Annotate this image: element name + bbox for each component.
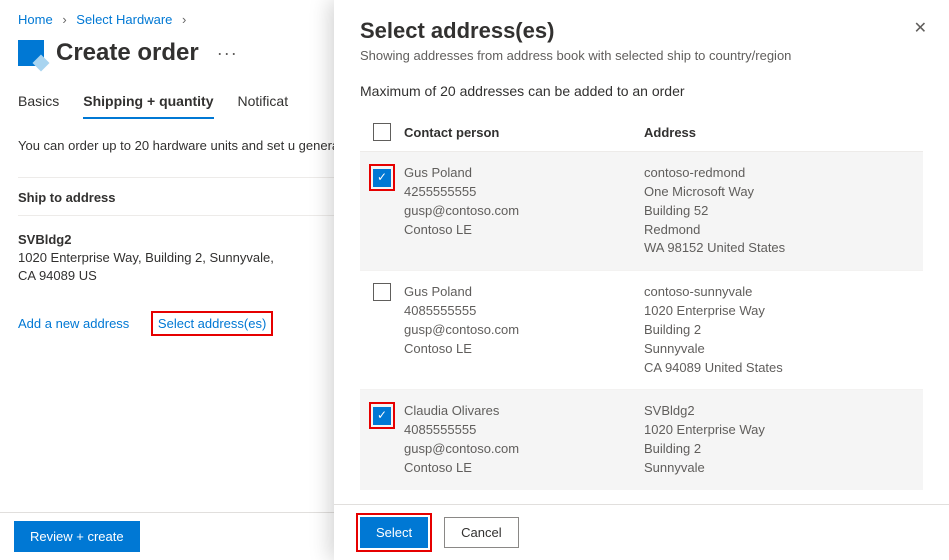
breadcrumb-select-hardware[interactable]: Select Hardware (76, 12, 172, 27)
table-row[interactable]: ✓ Claudia Olivares4085555555gusp@contoso.… (360, 389, 923, 489)
table-row[interactable]: ✓ Gus Poland4255555555gusp@contoso.comCon… (360, 152, 923, 270)
row-checkbox[interactable]: ✓ (373, 407, 391, 425)
column-header-contact: Contact person (404, 125, 644, 140)
row-checkbox[interactable]: ✓ (373, 169, 391, 187)
page-title: Create order (56, 39, 199, 67)
contact-cell: Gus Poland4085555555gusp@contoso.comCont… (404, 283, 644, 377)
breadcrumb-home[interactable]: Home (18, 12, 53, 27)
add-new-address-link[interactable]: Add a new address (18, 316, 129, 331)
table-row[interactable]: Gus Poland4085555555gusp@contoso.comCont… (360, 270, 923, 389)
address-cell: SVBldg21020 Enterprise WayBuilding 2Sunn… (644, 402, 923, 477)
panel-subtitle: Showing addresses from address book with… (360, 48, 923, 63)
row-checkbox[interactable] (373, 283, 391, 301)
panel-max-note: Maximum of 20 addresses can be added to … (334, 67, 949, 107)
select-all-checkbox[interactable] (373, 123, 391, 141)
tab-shipping-quantity[interactable]: Shipping + quantity (83, 85, 213, 119)
order-icon (18, 40, 44, 66)
panel-title: Select address(es) (360, 18, 923, 44)
select-addresses-panel: Select address(es) Showing addresses fro… (334, 0, 949, 560)
contact-cell: Claudia Olivares4085555555gusp@contoso.c… (404, 402, 644, 477)
review-create-button[interactable]: Review + create (14, 521, 140, 552)
address-cell: contoso-redmondOne Microsoft WayBuilding… (644, 164, 923, 258)
select-button[interactable]: Select (360, 517, 428, 548)
column-header-address: Address (644, 125, 923, 140)
chevron-right-icon: › (182, 12, 186, 27)
contact-cell: Gus Poland4255555555gusp@contoso.comCont… (404, 164, 644, 258)
select-addresses-link[interactable]: Select address(es) (151, 311, 273, 336)
tab-notifications[interactable]: Notificat (238, 85, 289, 119)
cancel-button[interactable]: Cancel (444, 517, 518, 548)
chevron-right-icon: › (62, 12, 66, 27)
address-cell: contoso-sunnyvale1020 Enterprise WayBuil… (644, 283, 923, 377)
tab-basics[interactable]: Basics (18, 85, 59, 119)
more-icon[interactable]: ··· (217, 43, 238, 64)
close-icon[interactable]: ✕ (914, 18, 927, 38)
